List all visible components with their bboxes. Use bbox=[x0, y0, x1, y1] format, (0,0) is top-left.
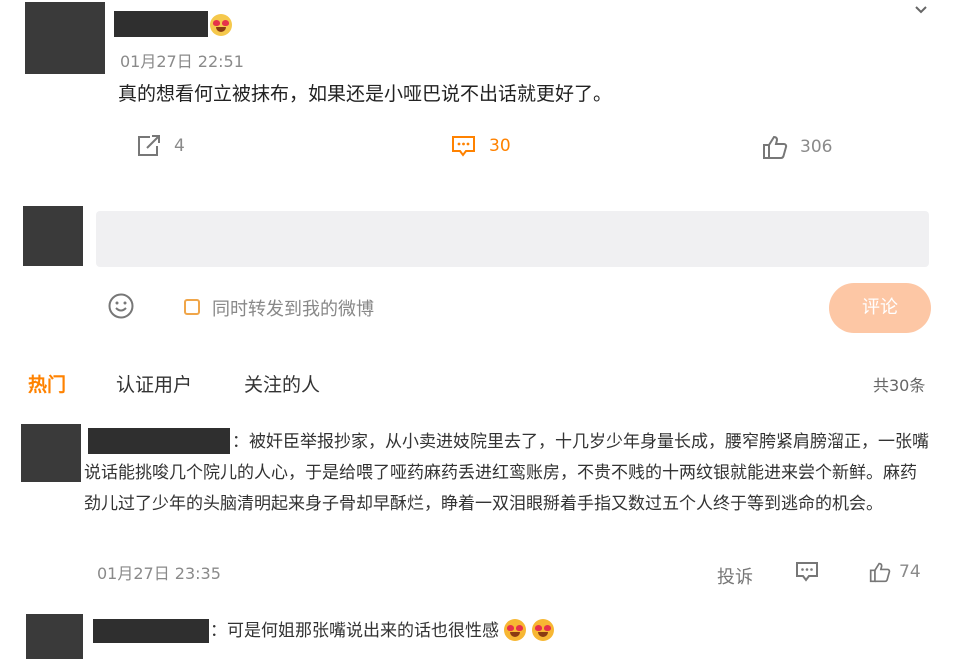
comment-avatar[interactable] bbox=[26, 614, 83, 659]
tab-verified-users[interactable]: 认证用户 bbox=[116, 370, 192, 397]
comment-text: ：被奸臣举报抄家，从小卖进妓院里去了，十几岁少年身量长成，腰窄胯紧肩膀溜正，一张… bbox=[84, 432, 929, 514]
repost-count: 4 bbox=[174, 136, 185, 156]
comment-username-redacted[interactable] bbox=[93, 619, 209, 643]
heart-eyes-emoji-icon bbox=[504, 619, 527, 641]
post-time: 01月27日 22:51 bbox=[120, 52, 244, 71]
post-username-redacted[interactable] bbox=[114, 11, 208, 37]
comment-total: 共30条 bbox=[873, 376, 926, 395]
like-button[interactable]: 306 bbox=[762, 134, 832, 160]
comment-avatar[interactable] bbox=[21, 424, 81, 482]
reply-icon[interactable] bbox=[795, 561, 819, 587]
more-chevron-icon[interactable] bbox=[914, 0, 928, 14]
repost-button[interactable]: 4 bbox=[136, 134, 185, 158]
post-avatar[interactable] bbox=[25, 2, 105, 74]
like-count: 306 bbox=[800, 137, 833, 157]
crown-emoji-icon bbox=[210, 14, 232, 36]
tab-following[interactable]: 关注的人 bbox=[244, 370, 320, 397]
comment-button[interactable]: 30 bbox=[451, 134, 511, 158]
comment-time: 01月27日 23:35 bbox=[97, 564, 221, 583]
thumbs-up-icon bbox=[763, 135, 788, 159]
repost-checkbox[interactable] bbox=[184, 299, 200, 315]
post-text: 真的想看何立被抹布，如果还是小哑巴说不出话就更好了。 bbox=[118, 83, 613, 105]
emoji-picker-icon[interactable] bbox=[108, 293, 134, 323]
report-button[interactable]: 投诉 bbox=[717, 563, 753, 589]
composer-avatar bbox=[23, 206, 83, 266]
comment-like-button[interactable]: 74 bbox=[869, 561, 921, 583]
thumbs-up-icon bbox=[869, 562, 891, 583]
tab-hot[interactable]: 热门 bbox=[28, 370, 66, 397]
submit-comment-button[interactable]: 评论 bbox=[829, 283, 931, 333]
comment-icon bbox=[452, 136, 475, 157]
comment-input[interactable] bbox=[96, 211, 929, 267]
repost-icon bbox=[138, 135, 160, 156]
comment-text: ：可是何姐那张嘴说出来的话也很性感 bbox=[210, 616, 554, 647]
comment-count: 30 bbox=[489, 136, 511, 156]
heart-eyes-emoji-icon bbox=[531, 619, 554, 641]
repost-checkbox-label[interactable]: 同时转发到我的微博 bbox=[212, 295, 374, 321]
comment-like-count: 74 bbox=[899, 562, 921, 582]
